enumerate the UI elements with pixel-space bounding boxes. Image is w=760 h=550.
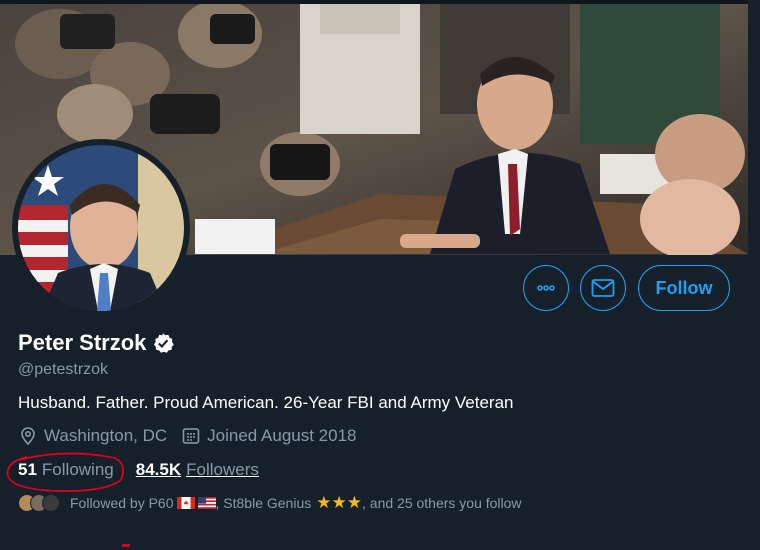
star-icon: ★ — [316, 493, 332, 512]
followers-link[interactable]: 84.5K Followers — [136, 460, 259, 480]
following-label: Following — [41, 460, 114, 479]
profile-bio: Husband. Father. Proud American. 26-Year… — [18, 393, 514, 412]
joined-text: Joined August 2018 — [207, 426, 357, 445]
canada-flag-icon — [176, 497, 195, 509]
following-count: 51 — [18, 460, 37, 479]
verified-badge-icon — [154, 333, 175, 353]
calendar-icon — [182, 428, 200, 444]
profile-stats: 51 Following 84.5K Followers — [18, 460, 259, 480]
location-text: Washington, DC — [44, 426, 168, 445]
us-flag-icon — [197, 497, 216, 509]
profile-meta: Washington, DC Joined August 2018 — [18, 426, 357, 446]
followers-label: Followers — [186, 460, 259, 479]
profile-name-row: Peter Strzok — [18, 330, 175, 356]
more-horizontal-icon — [537, 285, 555, 291]
follower-avatar — [42, 494, 60, 512]
red-annotation-mark — [122, 544, 130, 547]
followers-count: 84.5K — [135, 460, 182, 479]
profile-joined: Joined August 2018 — [181, 426, 357, 446]
star-icon: ★ — [331, 493, 347, 512]
profile-actions: Follow — [0, 265, 748, 311]
profile-name: Peter Strzok — [18, 330, 147, 355]
location-pin-icon — [21, 427, 35, 446]
page-scrollbar[interactable] — [748, 0, 760, 550]
follower-avatars — [18, 494, 60, 512]
more-button[interactable] — [523, 265, 569, 311]
message-button[interactable] — [580, 265, 626, 311]
followed-by-second: , St8ble Genius — [215, 495, 312, 511]
followed-by-row[interactable]: Followed by P60 , St8ble Genius ★ ★ ★ , … — [18, 493, 522, 513]
profile-location: Washington, DC — [18, 426, 167, 446]
star-icon: ★ — [346, 493, 362, 512]
following-link[interactable]: 51 Following — [18, 460, 114, 480]
envelope-icon — [591, 279, 615, 297]
followed-by-prefix: Followed by P60 — [70, 495, 174, 511]
followed-by-suffix: , and 25 others you follow — [362, 495, 522, 511]
follow-button[interactable]: Follow — [638, 265, 730, 311]
profile-handle: @petestrzok — [18, 361, 109, 378]
